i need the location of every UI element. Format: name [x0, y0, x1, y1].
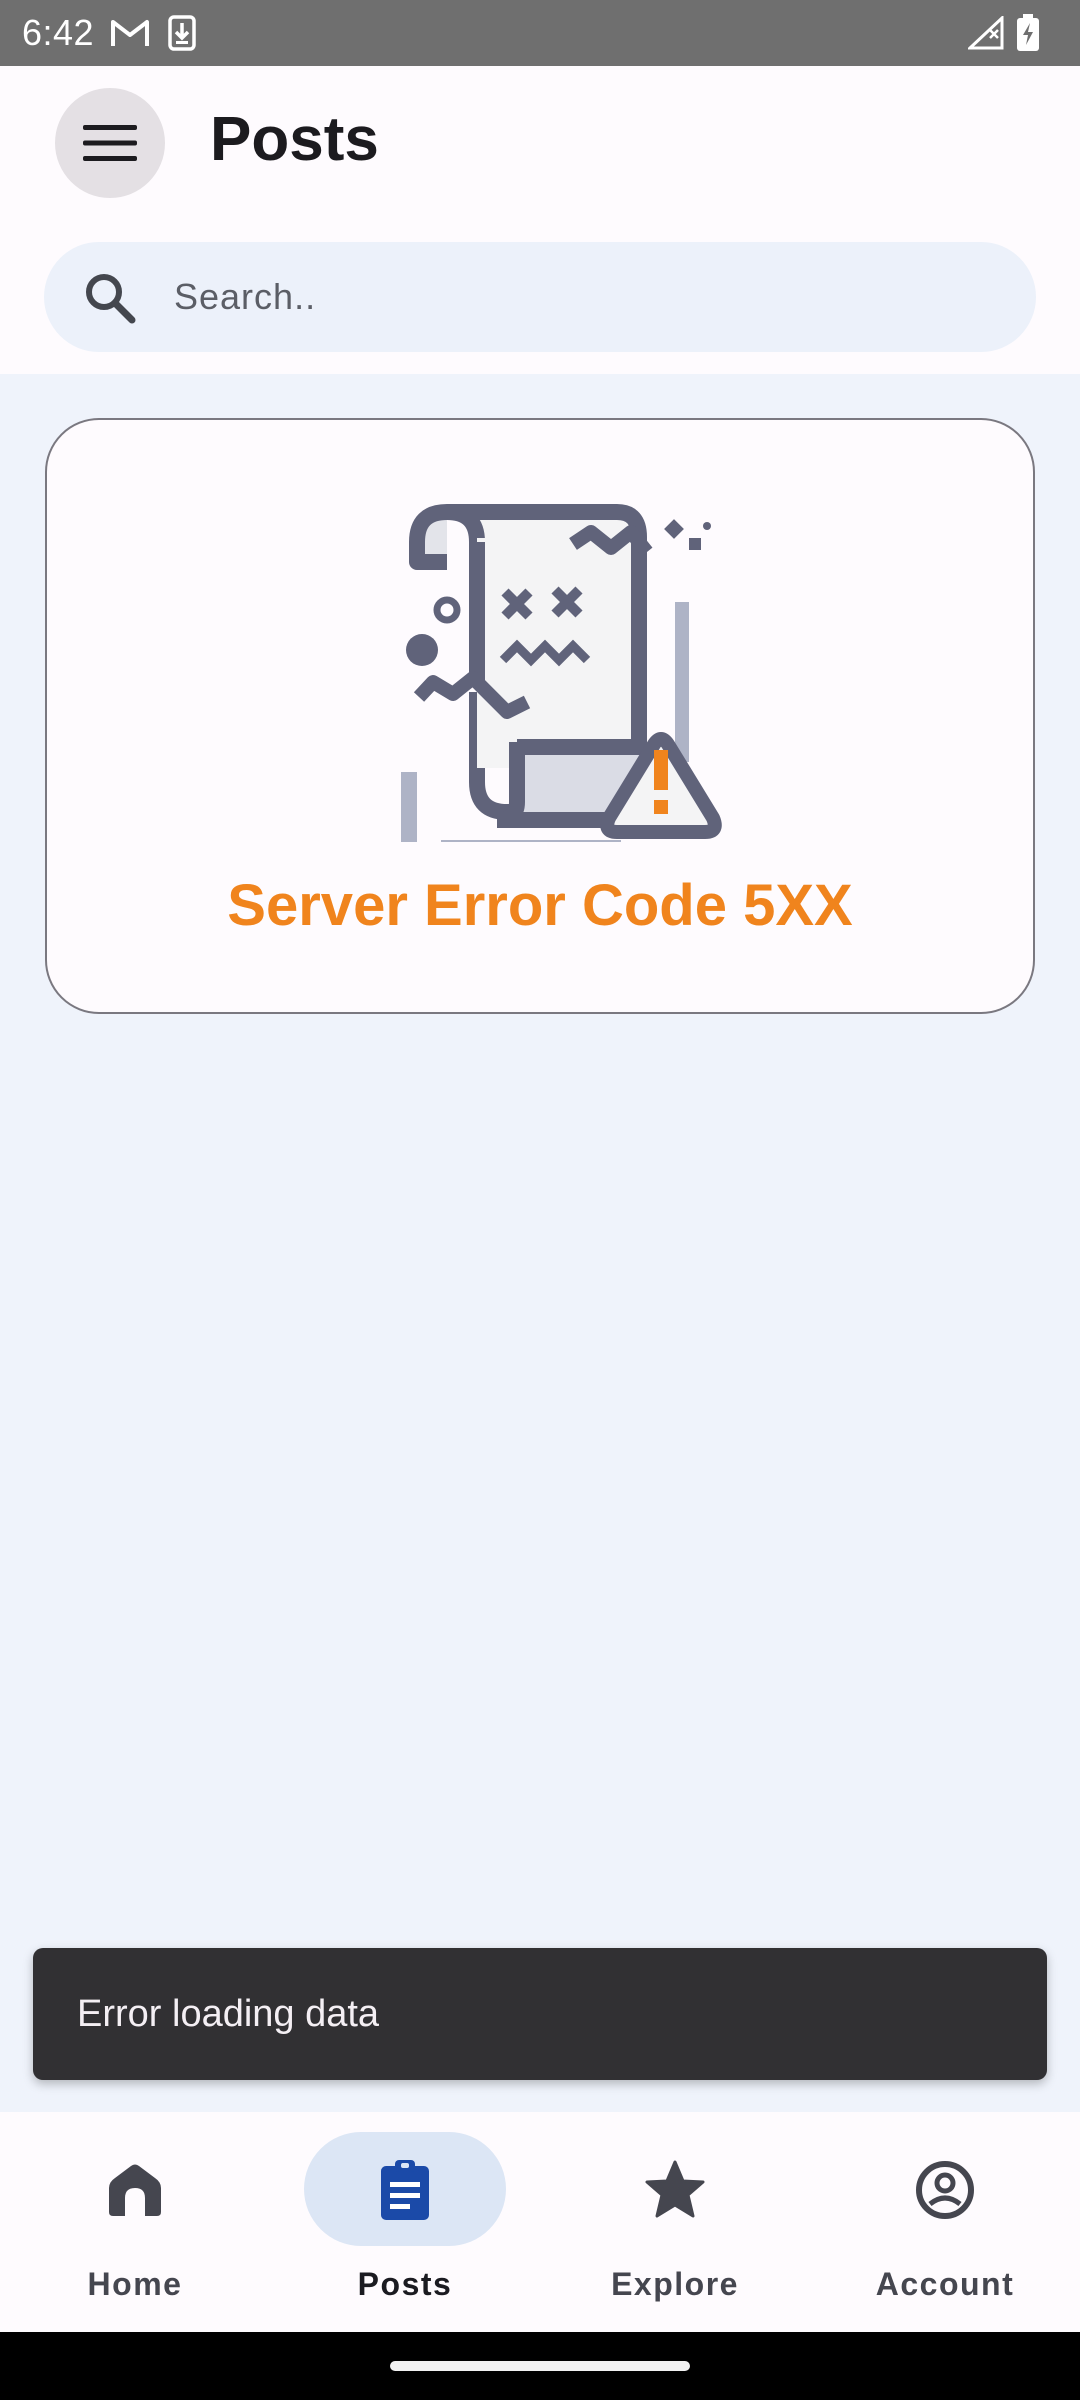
- nav-item-home[interactable]: Home: [0, 2112, 270, 2332]
- status-bar: 6:42: [0, 0, 1080, 66]
- account-icon: [916, 2161, 974, 2219]
- nav-item-explore[interactable]: Explore: [540, 2112, 810, 2332]
- nav-label-explore: Explore: [611, 2266, 739, 2302]
- nav-label-account: Account: [875, 2266, 1015, 2302]
- menu-button[interactable]: [55, 88, 165, 198]
- snackbar-text: Error loading data: [77, 1992, 380, 2035]
- snackbar: Error loading data: [33, 1948, 1047, 2080]
- nav-item-posts[interactable]: Posts: [270, 2112, 540, 2332]
- gmail-icon: [111, 20, 150, 46]
- gesture-handle[interactable]: [390, 2361, 690, 2371]
- nav-label-home: Home: [87, 2266, 183, 2302]
- nav-item-account[interactable]: Account: [810, 2112, 1080, 2332]
- nav-label-posts: Posts: [357, 2266, 453, 2302]
- download-notification-icon: [168, 15, 196, 51]
- search-icon: [86, 274, 136, 324]
- page-title: Posts: [210, 105, 379, 174]
- error-card: Server Error Code 5XX: [45, 418, 1035, 1014]
- broken-document-illustration: [401, 504, 722, 842]
- hamburger-menu-icon: [83, 125, 137, 161]
- gesture-navigation-bar: [0, 2332, 1080, 2400]
- app-bar: Posts: [0, 66, 1080, 374]
- signal-icon: [968, 16, 1004, 50]
- clipboard-icon: [381, 2160, 429, 2220]
- home-icon: [109, 2164, 161, 2216]
- star-icon: [645, 2160, 705, 2218]
- error-message: Server Error Code 5XX: [227, 873, 853, 938]
- search-input[interactable]: [172, 242, 992, 352]
- bottom-navigation: Home Posts Explore Account: [0, 2112, 1080, 2332]
- search-bar[interactable]: [44, 242, 1036, 352]
- battery-charging-icon: [1017, 14, 1039, 51]
- status-time: 6:42: [22, 12, 95, 53]
